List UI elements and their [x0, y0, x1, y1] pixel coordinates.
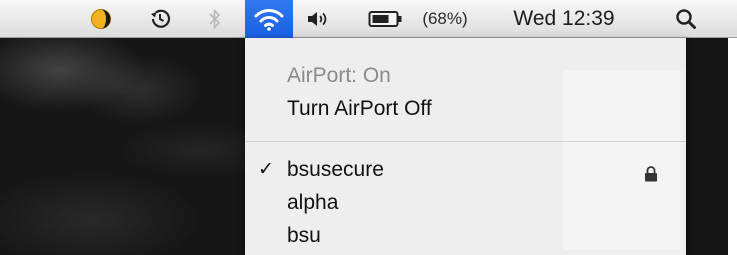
wifi-icon[interactable]: [245, 0, 293, 38]
screen-edge: [728, 38, 737, 255]
app-status-icon[interactable]: [84, 0, 118, 38]
checkmark-icon: ✓: [258, 159, 274, 180]
menu-bar: (68%) Wed 12:39: [0, 0, 737, 38]
menu-separator: [245, 141, 686, 142]
desktop-background-right: [686, 38, 728, 255]
volume-icon[interactable]: [300, 0, 336, 38]
airport-menu: AirPort: On Turn AirPort Off ✓ bsusecure…: [245, 38, 686, 255]
spotlight-icon[interactable]: [668, 0, 704, 38]
battery-percentage: (68%): [422, 9, 468, 28]
network-item-alpha[interactable]: alpha: [245, 188, 686, 218]
lock-icon: [644, 161, 658, 191]
network-item-bsu[interactable]: bsu: [245, 221, 686, 251]
time-machine-icon[interactable]: [142, 0, 178, 38]
bluetooth-icon[interactable]: [202, 0, 228, 38]
airport-status: AirPort: On: [287, 64, 391, 87]
battery-icon[interactable]: [366, 0, 406, 38]
network-item-bsusecure[interactable]: ✓ bsusecure: [245, 155, 686, 185]
turn-airport-off-item[interactable]: Turn AirPort Off: [245, 94, 686, 124]
menu-bar-clock[interactable]: Wed 12:39: [505, 0, 623, 38]
